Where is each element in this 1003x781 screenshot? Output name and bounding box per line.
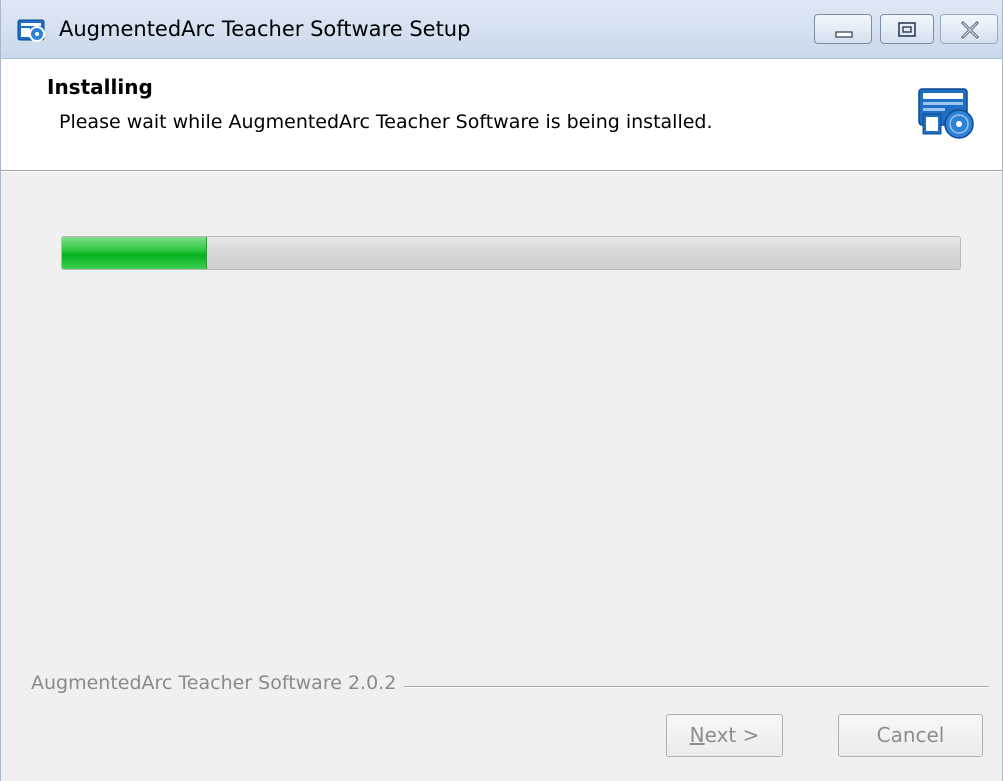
page-subtitle: Please wait while AugmentedArc Teacher S…: [59, 111, 713, 133]
maximize-icon: [898, 22, 916, 37]
page-title: Installing: [47, 75, 153, 99]
close-button[interactable]: [940, 14, 998, 44]
installer-icon: [17, 18, 47, 44]
setup-window: AugmentedArc Teacher Software Setup Inst…: [0, 0, 1003, 781]
window-title: AugmentedArc Teacher Software Setup: [59, 17, 471, 41]
product-version-label: AugmentedArc Teacher Software 2.0.2: [31, 672, 405, 694]
page-header: Installing Please wait while AugmentedAr…: [1, 59, 1002, 171]
maximize-button[interactable]: [880, 14, 934, 44]
close-icon: [961, 21, 979, 39]
cancel-button[interactable]: Cancel: [838, 714, 983, 757]
install-progress-bar: [61, 236, 961, 270]
setup-computer-icon: [915, 86, 977, 142]
next-button[interactable]: Next >: [666, 714, 783, 757]
minimize-button[interactable]: [814, 14, 872, 44]
minimize-icon: [835, 31, 853, 38]
title-bar[interactable]: AugmentedArc Teacher Software Setup: [1, 0, 1002, 59]
progress-fill: [62, 237, 207, 269]
next-button-label: Next >: [689, 723, 760, 747]
cancel-button-label: Cancel: [876, 723, 945, 747]
